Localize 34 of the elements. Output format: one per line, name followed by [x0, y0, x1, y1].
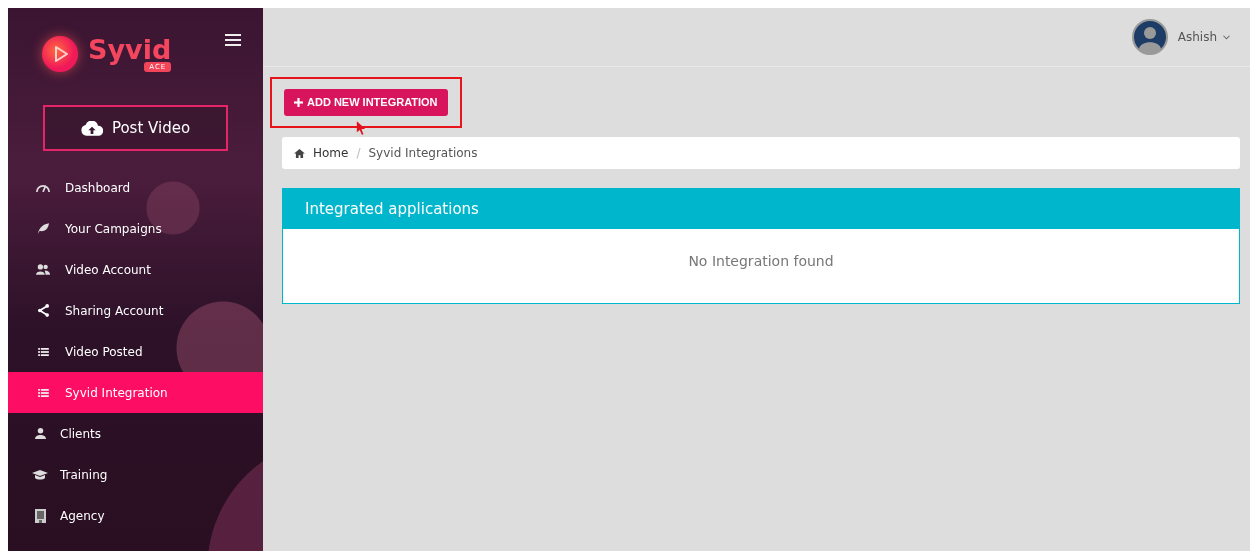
- sidebar-item[interactable]: Syvid Integration: [8, 372, 263, 413]
- gauge-icon: [36, 183, 50, 192]
- building-icon: [34, 508, 46, 523]
- menu-icon[interactable]: [225, 34, 241, 46]
- users-icon: [36, 264, 50, 275]
- list-icon: [37, 347, 49, 356]
- cloud-upload-icon: [80, 120, 103, 136]
- sidebar-item[interactable]: Agency: [8, 495, 263, 536]
- sidebar-item[interactable]: Video Account: [8, 249, 263, 290]
- sidebar-item[interactable]: Dashboard: [8, 167, 263, 208]
- sidebar-item[interactable]: Clients: [8, 413, 263, 454]
- post-video-button[interactable]: Post Video: [43, 105, 228, 151]
- sidebar-item[interactable]: Video Posted: [8, 331, 263, 372]
- share-icon: [37, 304, 49, 317]
- graduation-cap-icon: [32, 469, 48, 480]
- list-icon: [37, 388, 49, 397]
- breadcrumb-link[interactable]: Syvid Integrations: [368, 146, 478, 160]
- sidebar-item[interactable]: Sharing Account: [8, 290, 263, 331]
- leaf-icon: [37, 223, 49, 234]
- panel-title: Integrated applications: [283, 189, 1239, 229]
- breadcrumb-separator: /: [356, 146, 361, 160]
- empty-message: No Integration found: [688, 253, 834, 271]
- add-integration-button[interactable]: ADD NEW INTEGRATION: [284, 88, 448, 116]
- user-menu[interactable]: Ashish: [1131, 19, 1230, 55]
- sidebar-item[interactable]: Training: [8, 454, 263, 495]
- avatar-icon: [1131, 19, 1168, 55]
- user-icon: [34, 428, 46, 439]
- chevron-down-icon: [1223, 34, 1230, 40]
- sidebar-item[interactable]: Your Campaigns: [8, 208, 263, 249]
- home-icon: [294, 148, 305, 158]
- breadcrumb-link[interactable]: Home: [313, 146, 349, 160]
- plus-icon: [294, 97, 303, 107]
- brand-name: Syvid: [88, 36, 172, 64]
- play-logo-icon: [40, 34, 80, 74]
